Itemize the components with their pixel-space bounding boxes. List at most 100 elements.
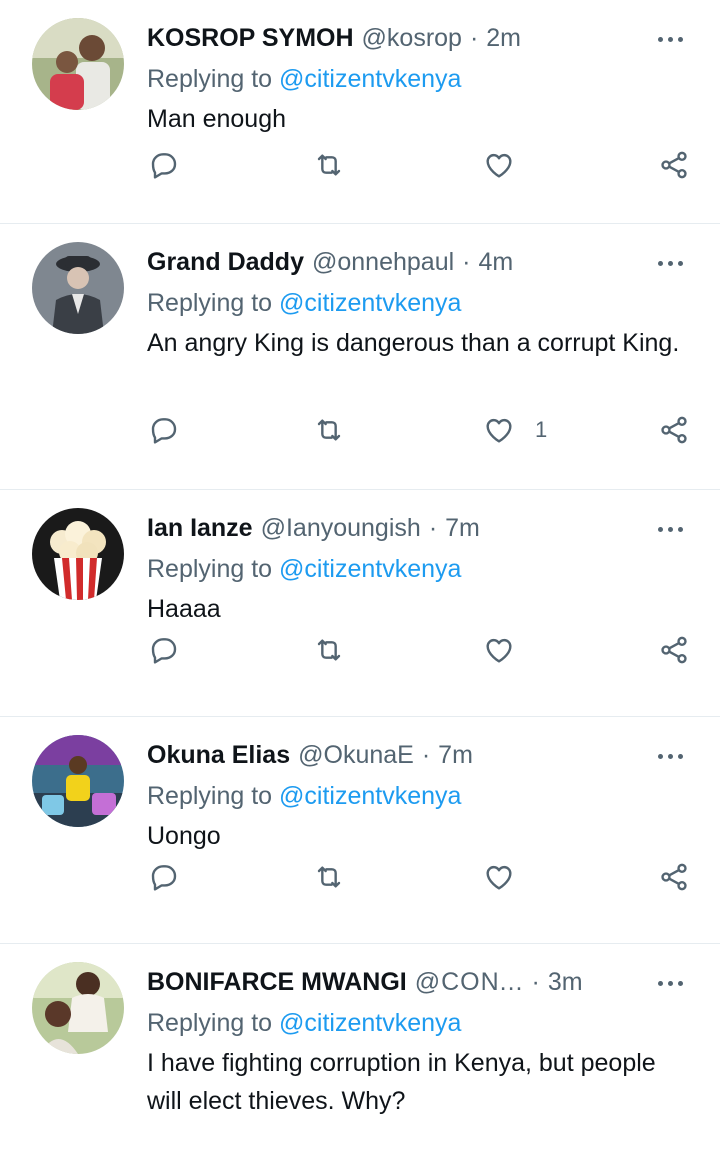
separator-dot: · [428, 514, 438, 542]
more-options-button[interactable] [650, 252, 690, 274]
retweet-button[interactable] [313, 860, 345, 894]
reply-button[interactable] [147, 633, 179, 667]
retweet-icon [317, 419, 341, 441]
more-dots-icon [657, 526, 683, 532]
share-icon [661, 636, 687, 664]
timestamp[interactable]: 4m [478, 242, 513, 282]
user-handle[interactable]: @kosrop [362, 18, 462, 58]
display-name[interactable]: KOSROP SYMOH [147, 18, 354, 58]
more-options-button[interactable] [650, 745, 690, 767]
heart-icon [486, 865, 512, 890]
tweet[interactable]: Grand Daddy @onnehpaul · 4m Replying to … [0, 224, 720, 490]
heart-icon [486, 418, 512, 443]
separator-dot: · [462, 248, 471, 276]
replying-to-line: Replying to @citizentvkenya [147, 1002, 690, 1044]
avatar-image [32, 242, 124, 334]
more-dots-icon [657, 260, 683, 266]
replying-to-line: Replying to @citizentvkenya [147, 282, 690, 324]
share-button[interactable] [658, 413, 690, 447]
retweet-button[interactable] [313, 148, 345, 182]
separator-dot: · [469, 24, 479, 52]
share-button[interactable] [658, 633, 690, 667]
avatar[interactable] [32, 962, 124, 1054]
tweet-header: Grand Daddy @onnehpaul · 4m [147, 242, 690, 282]
like-count: 1 [535, 417, 548, 442]
timestamp[interactable]: 2m [486, 18, 521, 58]
tweet[interactable]: KOSROP SYMOH @kosrop · 2m Replying to @c… [0, 0, 720, 224]
retweet-button[interactable] [313, 413, 345, 447]
retweet-icon [317, 154, 341, 176]
like-button[interactable] [483, 633, 535, 667]
tweet-text: I have fighting corruption in Kenya, but… [147, 1049, 656, 1115]
tweet[interactable]: Ian Ianze @Ianyoungish · 7m Replying to … [0, 490, 720, 717]
replying-to-link[interactable]: @citizentvkenya [279, 555, 461, 583]
avatar[interactable] [32, 508, 124, 600]
share-button[interactable] [658, 148, 690, 182]
display-name[interactable]: Okuna Elias [147, 735, 290, 775]
more-dots-icon [657, 980, 683, 986]
reply-button[interactable] [147, 148, 179, 182]
like-button[interactable] [483, 860, 535, 894]
heart-icon [486, 153, 512, 178]
reply-button[interactable] [147, 860, 179, 894]
replying-to-link[interactable]: @citizentvkenya [279, 1009, 461, 1037]
timestamp[interactable]: 3m [548, 962, 583, 1002]
replying-to-line: Replying to @citizentvkenya [147, 58, 690, 100]
reply-icon [151, 418, 177, 444]
display-name[interactable]: Ian Ianze [147, 508, 253, 548]
tweet-text: Haaaa [147, 595, 221, 623]
avatar-image [32, 18, 124, 110]
more-options-button[interactable] [650, 518, 690, 540]
reply-feed: KOSROP SYMOH @kosrop · 2m Replying to @c… [0, 0, 720, 1174]
replying-to-link[interactable]: @citizentvkenya [279, 782, 461, 810]
avatar[interactable] [32, 18, 124, 110]
reply-icon [151, 865, 177, 891]
tweet-header: Ian Ianze @Ianyoungish · 7m [147, 508, 690, 548]
replying-to-label: Replying to [147, 65, 273, 93]
like-button[interactable] [483, 148, 535, 182]
user-handle[interactable]: @CON... [415, 962, 524, 1002]
share-button[interactable] [658, 860, 690, 894]
retweet-icon [317, 866, 341, 888]
more-dots-icon [657, 753, 683, 759]
more-options-button[interactable] [650, 28, 690, 50]
retweet-button[interactable] [313, 633, 345, 667]
tweet-header: Okuna Elias @OkunaE · 7m [147, 735, 690, 775]
action-bar [147, 633, 690, 667]
share-icon [661, 416, 687, 444]
replying-to-line: Replying to @citizentvkenya [147, 775, 690, 817]
tweet-text: Uongo [147, 822, 221, 850]
tweet[interactable]: Okuna Elias @OkunaE · 7m Replying to @ci… [0, 717, 720, 944]
tweet-header: KOSROP SYMOH @kosrop · 2m [147, 18, 690, 58]
avatar[interactable] [32, 242, 124, 334]
avatar[interactable] [32, 735, 124, 827]
display-name[interactable]: Grand Daddy [147, 242, 304, 282]
action-bar: 1 [147, 413, 690, 447]
separator-dot: · [421, 741, 431, 769]
user-handle[interactable]: @OkunaE [298, 735, 414, 775]
user-handle[interactable]: @Ianyoungish [261, 508, 421, 548]
tweet-text: Man enough [147, 105, 287, 133]
more-options-button[interactable] [650, 972, 690, 994]
reply-icon [151, 153, 177, 179]
display-name[interactable]: BONIFARCE MWANGI [147, 962, 407, 1002]
reply-icon [151, 638, 177, 664]
more-dots-icon [657, 36, 683, 42]
user-handle[interactable]: @onnehpaul [312, 242, 454, 282]
avatar-image [32, 962, 124, 1054]
like-button[interactable]: 1 [483, 413, 547, 447]
tweet-text: An angry King is dangerous than a corrup… [147, 329, 680, 357]
share-icon [661, 863, 687, 891]
replying-to-link[interactable]: @citizentvkenya [279, 65, 461, 93]
avatar-image [32, 508, 124, 600]
replying-to-link[interactable]: @citizentvkenya [279, 289, 461, 317]
avatar-image [32, 735, 124, 827]
timestamp[interactable]: 7m [445, 508, 480, 548]
replying-to-line: Replying to @citizentvkenya [147, 548, 690, 590]
tweet[interactable]: BONIFARCE MWANGI @CON... · 3m Replying t… [0, 944, 720, 1174]
share-icon [661, 151, 687, 179]
reply-button[interactable] [147, 413, 179, 447]
timestamp[interactable]: 7m [438, 735, 473, 775]
replying-to-label: Replying to [147, 555, 273, 583]
replying-to-label: Replying to [147, 782, 273, 810]
